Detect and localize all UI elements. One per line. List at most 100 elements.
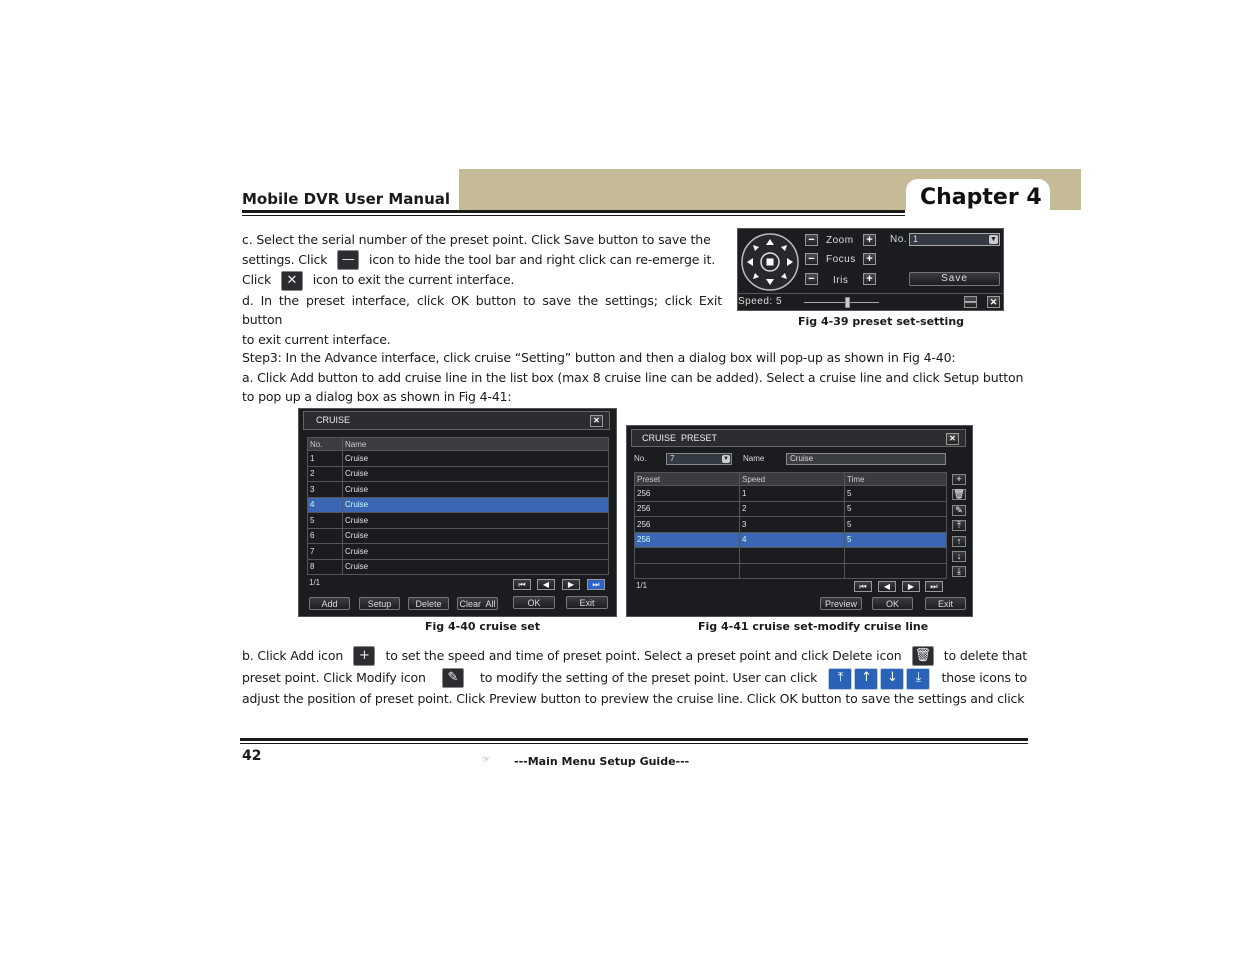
table-cell: 256 bbox=[634, 500, 740, 517]
table-row[interactable]: 2 Cruise bbox=[307, 465, 609, 482]
table-row[interactable]: 256 1 5 bbox=[634, 485, 947, 502]
add-icon[interactable]: + bbox=[952, 474, 966, 485]
delete-button[interactable]: Delete bbox=[408, 597, 449, 610]
table-cell: Cruise bbox=[342, 450, 609, 467]
last-page-button[interactable]: ⏭ bbox=[925, 581, 943, 592]
table-cell bbox=[634, 547, 740, 564]
para-b-line3: adjust the position of preset point. Cli… bbox=[242, 690, 1025, 706]
add-button[interactable]: Add bbox=[309, 597, 350, 610]
prev-page-button[interactable]: ◀ bbox=[878, 581, 896, 592]
cruise-preset-title: CRUISE PRESET bbox=[642, 433, 718, 443]
table-cell: Cruise bbox=[342, 527, 609, 544]
close-button[interactable]: ✕ bbox=[590, 415, 603, 427]
prev-page-button[interactable]: ◀ bbox=[537, 579, 555, 590]
table-cell: 1 bbox=[307, 450, 343, 467]
iris-plus-button[interactable]: + bbox=[863, 273, 876, 285]
first-page-button[interactable]: ⏮ bbox=[854, 581, 872, 592]
save-button[interactable]: Save bbox=[909, 272, 1000, 286]
exit-button[interactable]: Exit bbox=[566, 596, 608, 609]
text: Click bbox=[242, 272, 272, 287]
section-b: b. Click Add icon + to set the speed and… bbox=[242, 645, 1027, 708]
hide-toolbar-button[interactable]: — bbox=[964, 296, 977, 308]
cruise-title: CRUISE bbox=[316, 415, 351, 425]
table-cell: Cruise bbox=[342, 512, 609, 529]
close-button[interactable]: ✕ bbox=[946, 433, 959, 445]
hand-pointer-icon: ☞ bbox=[482, 755, 491, 765]
para-d-line2: to exit current interface. bbox=[242, 331, 391, 347]
cruise-table: No. Name 1 Cruise 2 Cruise 3 Cruise 4 Cruise 5 Cru… bbox=[307, 437, 609, 575]
table-row[interactable]: 6 Cruise bbox=[307, 527, 609, 544]
table-cell: 6 bbox=[307, 527, 343, 544]
move-bottom-icon: ⤓ bbox=[906, 667, 931, 690]
move-up-icon[interactable]: ↑ bbox=[952, 536, 966, 547]
speed-slider-thumb[interactable] bbox=[845, 297, 851, 308]
zoom-plus-button[interactable]: + bbox=[863, 234, 876, 246]
page-number: 42 bbox=[242, 748, 262, 764]
step3-line2: a. Click Add button to add cruise line i… bbox=[242, 369, 1024, 385]
next-page-button[interactable]: ▶ bbox=[902, 581, 920, 592]
table-row[interactable]: 256 3 5 bbox=[634, 516, 947, 533]
table-row[interactable]: 256 4 5 bbox=[634, 531, 947, 548]
zoom-label: Zoom bbox=[826, 235, 854, 246]
zoom-minus-button[interactable]: − bbox=[805, 234, 818, 246]
table-cell: 2 bbox=[739, 500, 845, 517]
delete-icon[interactable]: 🗑 bbox=[952, 489, 966, 500]
modify-icon: ✎ bbox=[441, 668, 464, 689]
table-row[interactable]: 4 Cruise bbox=[307, 496, 609, 513]
text: icon to exit the current interface. bbox=[312, 272, 515, 287]
para-b-line2: preset point. Click Modify icon ✎ to mod… bbox=[242, 667, 1027, 690]
table-cell: 256 bbox=[634, 531, 740, 548]
iris-minus-button[interactable]: − bbox=[805, 273, 818, 285]
cruise-no-select[interactable]: 7 ▼ bbox=[666, 453, 732, 465]
col-no: No. bbox=[307, 437, 343, 451]
para-c-line3: Click ✕ icon to exit the current interfa… bbox=[242, 270, 722, 291]
ptz-direction-pad[interactable] bbox=[740, 231, 800, 293]
fig39-caption: Fig 4-39 preset set-setting bbox=[798, 315, 965, 328]
focus-plus-button[interactable]: + bbox=[863, 253, 876, 265]
text: to delete that bbox=[943, 648, 1027, 663]
table-row[interactable]: 256 2 5 bbox=[634, 500, 947, 517]
exit-button[interactable]: Exit bbox=[925, 597, 966, 610]
ok-button[interactable]: OK bbox=[872, 597, 913, 610]
cruise-title-bar: CRUISE ✕ bbox=[303, 411, 610, 430]
table-row[interactable]: 8 Cruise bbox=[307, 558, 609, 575]
setup-button[interactable]: Setup bbox=[359, 597, 400, 610]
move-down-icon[interactable]: ↓ bbox=[952, 551, 966, 562]
manual-title: Mobile DVR User Manual bbox=[242, 190, 451, 208]
speed-slider-track[interactable] bbox=[804, 302, 879, 303]
table-row[interactable] bbox=[634, 562, 947, 579]
table-row[interactable] bbox=[634, 547, 947, 564]
last-page-button[interactable]: ⏭ bbox=[587, 579, 605, 590]
move-bottom-icon[interactable]: ⤓ bbox=[952, 566, 966, 577]
col-speed: Speed bbox=[739, 472, 845, 486]
table-row[interactable]: 1 Cruise bbox=[307, 450, 609, 467]
table-cell: 5 bbox=[844, 500, 947, 517]
preview-button[interactable]: Preview bbox=[820, 597, 862, 610]
first-page-button[interactable]: ⏮ bbox=[513, 579, 531, 590]
divider bbox=[738, 293, 1003, 294]
delete-icon: 🗑 bbox=[911, 646, 934, 666]
clear-all-button[interactable]: Clear All bbox=[457, 597, 498, 610]
ok-button[interactable]: OK bbox=[513, 596, 555, 609]
table-cell bbox=[739, 547, 845, 564]
cruise-dialog: CRUISE ✕ No. Name 1 Cruise 2 Cruise 3 Cruise 4 C… bbox=[298, 408, 617, 617]
table-cell bbox=[844, 562, 947, 579]
focus-minus-button[interactable]: − bbox=[805, 253, 818, 265]
step3-text: Step3: In the Advance interface, click c… bbox=[242, 348, 1032, 407]
table-cell bbox=[739, 562, 845, 579]
table-row[interactable]: 5 Cruise bbox=[307, 512, 609, 529]
page-indicator: 1/1 bbox=[636, 581, 648, 590]
table-cell: 3 bbox=[307, 481, 343, 498]
cruise-preset-title-bar: CRUISE PRESET ✕ bbox=[631, 429, 966, 447]
move-top-icon[interactable]: ⤒ bbox=[952, 520, 966, 531]
preset-no-select[interactable]: 1 ▼ bbox=[909, 233, 1000, 246]
table-cell: 7 bbox=[307, 543, 343, 560]
table-cell: Cruise bbox=[342, 465, 609, 482]
close-button[interactable]: ✕ bbox=[987, 296, 1000, 308]
col-preset: Preset bbox=[634, 472, 740, 486]
name-input[interactable]: Cruise bbox=[786, 453, 946, 465]
modify-icon[interactable]: ✎ bbox=[952, 505, 966, 516]
table-row[interactable]: 7 Cruise bbox=[307, 543, 609, 560]
next-page-button[interactable]: ▶ bbox=[562, 579, 580, 590]
table-row[interactable]: 3 Cruise bbox=[307, 481, 609, 498]
